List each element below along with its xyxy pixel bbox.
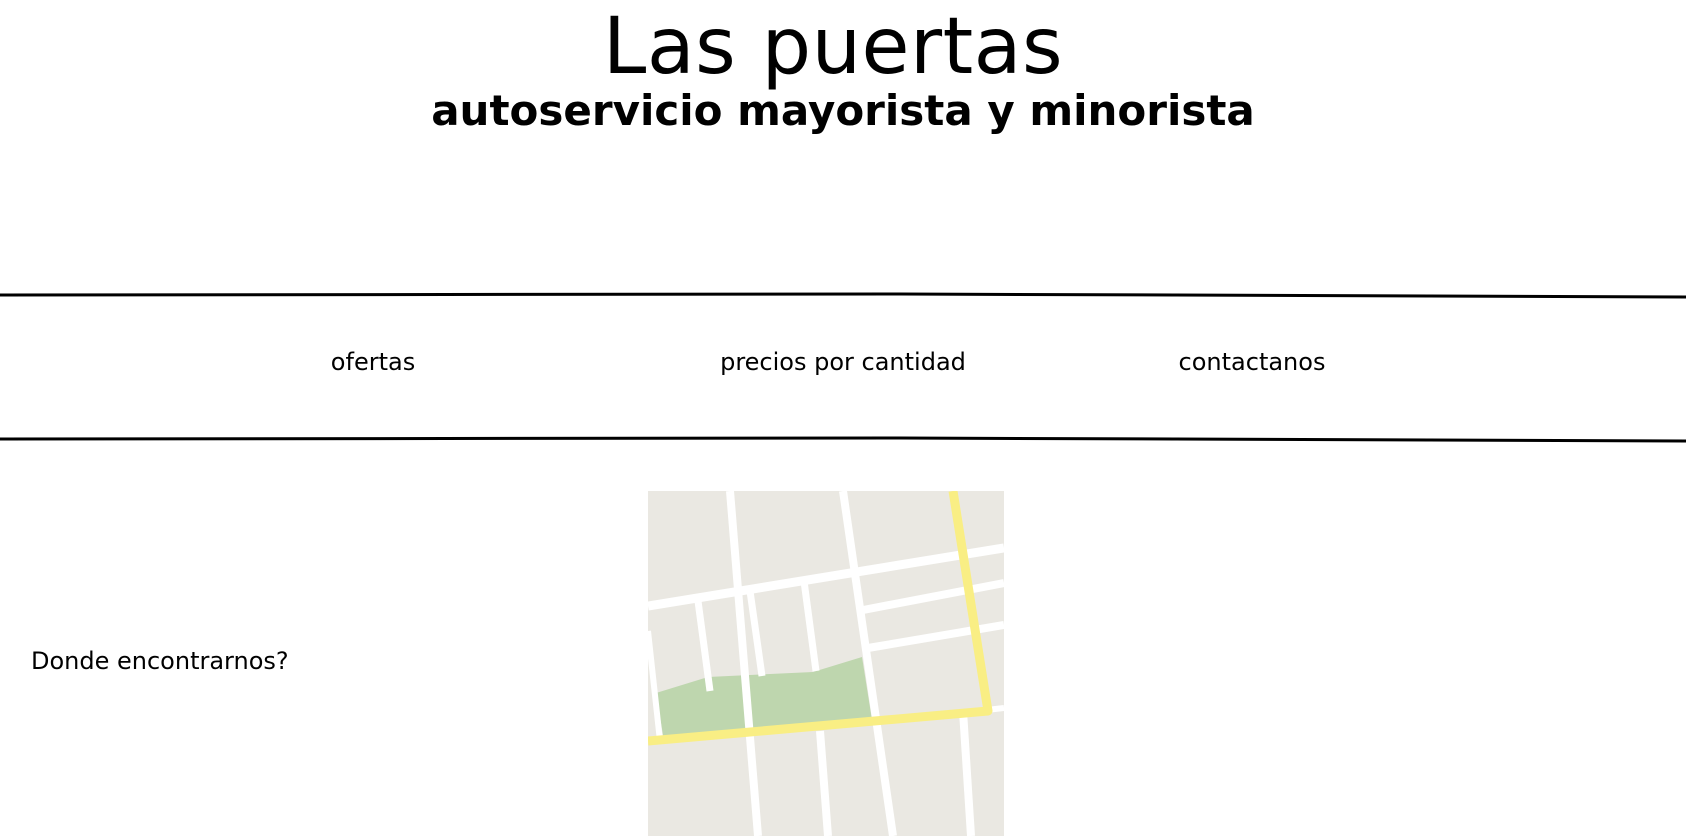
nav-link-ofertas[interactable]: ofertas — [331, 344, 415, 380]
nav-link-precios-por-cantidad[interactable]: precios por cantidad — [720, 344, 966, 380]
site-subtitle: autoservicio mayorista y minorista — [431, 86, 1255, 135]
site-title: Las puertas — [602, 2, 1064, 92]
main-nav: ofertas precios por cantidad contactanos — [0, 344, 1686, 380]
street-map-icon — [648, 491, 1004, 836]
nav-link-contactanos[interactable]: contactanos — [1179, 344, 1326, 380]
nav-bottom-divider — [0, 436, 1686, 443]
location-label: Donde encontrarnos? — [31, 647, 289, 675]
location-map[interactable] — [648, 491, 1004, 836]
nav-top-divider — [0, 292, 1686, 299]
